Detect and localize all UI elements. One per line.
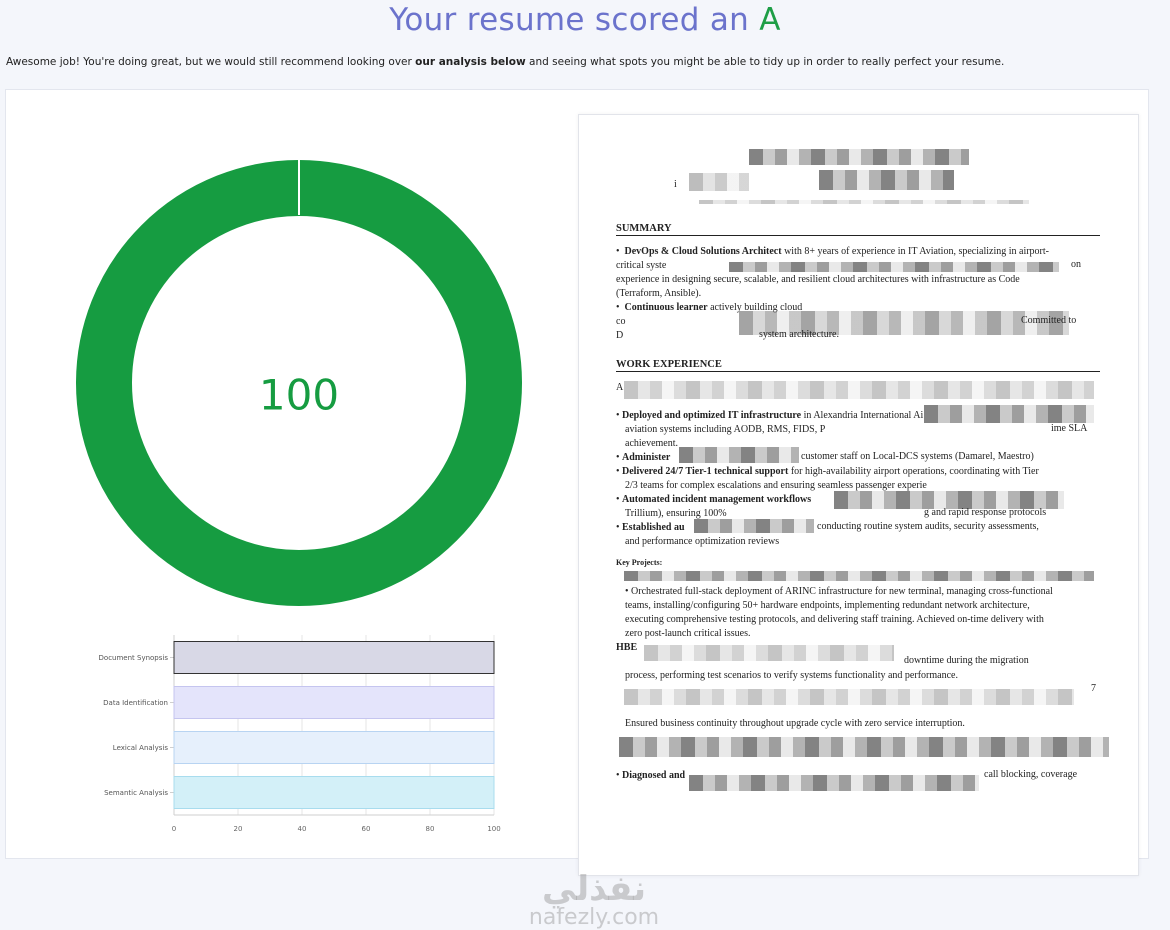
page-title: Your resume scored an A — [0, 2, 1170, 38]
resume-preview: i SUMMARY • DevOps & Cloud Solutions Arc… — [578, 114, 1139, 876]
summary-tail-architecture: system architecture. — [759, 329, 839, 340]
project-line-4: zero post-launch critical issues. — [625, 628, 751, 639]
project-line-1: • Orchestrated full-stack deployment of … — [625, 586, 1053, 597]
summary-line-7: D — [616, 330, 624, 341]
watermark: نفذلي nafezly.com — [514, 872, 674, 930]
continuity-line: Ensured business continuity throughout u… — [625, 718, 965, 729]
bar-chart-bar — [173, 776, 495, 809]
project-line-3: executing comprehensive testing protocol… — [625, 614, 1044, 625]
analysis-panel: 100 0 20 40 60 80 100 Document Synopsis Data Id… — [5, 89, 1149, 930]
summary-line-3: experience in designing secure, scalable… — [616, 274, 1020, 285]
intro-after: and seeing what spots you might be able … — [525, 56, 1005, 68]
intro-text: Awesome job! You're doing great, but we … — [6, 56, 1156, 68]
watermark-latin: nafezly.com — [528, 905, 660, 930]
experience-tail-sla: ime SLA — [1051, 423, 1088, 434]
hbe-tail-1: downtime during the migration — [904, 655, 1029, 666]
resume-summary-heading: SUMMARY — [616, 223, 1100, 236]
bar-chart-bar — [173, 686, 495, 719]
experience-line-5: • Delivered 24/7 Tier-1 technical suppor… — [616, 466, 1039, 477]
project-line-2: teams, installing/configuring 50+ hardwa… — [625, 600, 1030, 611]
bar-chart-category-label: Lexical Analysis — [113, 744, 169, 752]
score-donut-chart: 100 — [76, 160, 522, 606]
bar-chart-category-label: Data Identification — [103, 699, 168, 707]
summary-line-4: (Terraform, Ansible). — [616, 288, 702, 299]
intro-bold-link[interactable]: our analysis below — [415, 56, 526, 68]
analysis-bar-chart: 0 20 40 60 80 100 Document Synopsis Data Identi… — [99, 635, 501, 833]
score-value: 100 — [259, 371, 339, 420]
hbe-line-2: process, performing test scenarios to ve… — [625, 670, 958, 681]
resume-grade: A — [759, 2, 781, 38]
experience-tail-audits: conducting routine system audits, securi… — [817, 521, 1039, 532]
bar-chart-category-label: Document Synopsis — [99, 654, 169, 662]
experience-tail-dcs: customer staff on Local-DCS systems (Dam… — [801, 451, 1034, 462]
key-projects-label: Key Projects: — [616, 558, 663, 567]
summary-line-1: • DevOps & Cloud Solutions Architect wit… — [616, 246, 1049, 257]
bar-chart-x-tick-label: 80 — [426, 825, 435, 833]
intro-before: Awesome job! You're doing great, but we … — [6, 56, 416, 68]
summary-tail-committed: Committed to — [1021, 315, 1077, 326]
bar-chart-bar — [173, 731, 495, 764]
bar-chart-category-label: Semantic Analysis — [104, 789, 168, 797]
bar-chart-x-tick-label: 40 — [298, 825, 307, 833]
resume-page-mark: 7 — [1091, 683, 1096, 694]
bar-chart-x-tick-label: 100 — [487, 825, 500, 833]
watermark-arabic: نفذلي — [541, 869, 647, 909]
bar-chart-x-tick-label: 0 — [172, 825, 176, 833]
experience-tail-protocols: g and rapid response protocols — [924, 507, 1047, 518]
experience-line-2: aviation systems including AODB, RMS, FI… — [625, 424, 826, 435]
bar-chart-bar — [173, 641, 495, 674]
summary-tail-on: on — [1071, 259, 1081, 270]
experience-line-10: and performance optimization reviews — [625, 536, 780, 547]
bar-chart-x-tick-label: 60 — [362, 825, 371, 833]
resume-experience-heading: WORK EXPERIENCE — [616, 359, 1100, 372]
diag-tail: call blocking, coverage — [984, 769, 1078, 780]
page-title-text: Your resume scored an — [389, 2, 750, 38]
bar-chart-x-tick-label: 20 — [234, 825, 243, 833]
